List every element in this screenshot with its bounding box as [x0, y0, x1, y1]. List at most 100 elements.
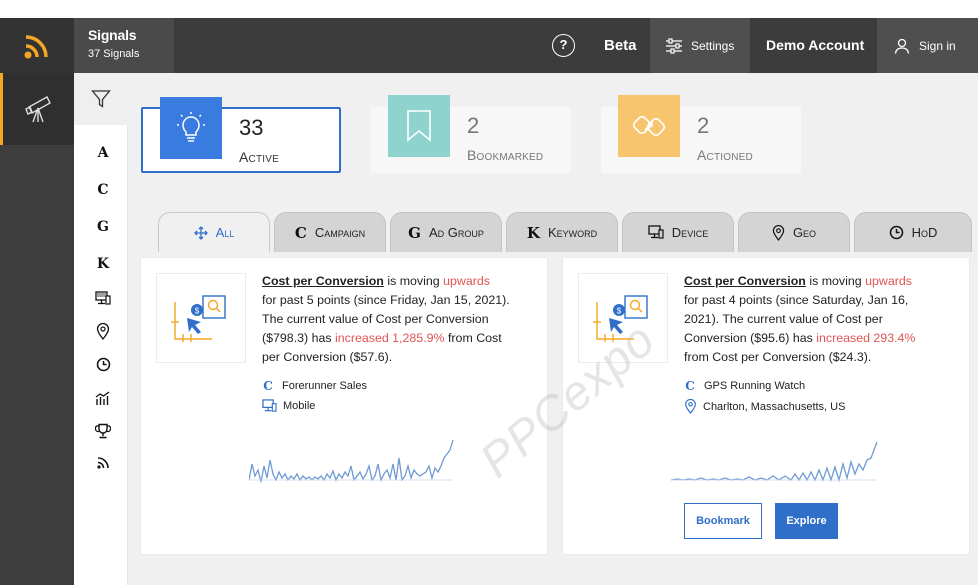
stat-actioned-value: 2 — [697, 113, 710, 138]
app-title: Signals — [88, 27, 137, 43]
tab-campaign-label: Campaign — [314, 225, 366, 240]
sparkline-line — [249, 439, 454, 483]
actioned-icon — [632, 115, 666, 137]
location-pin-icon — [96, 323, 110, 340]
user-icon — [894, 38, 910, 54]
sparkline-chart — [249, 439, 454, 483]
stat-bookmarked-value: 2 — [467, 113, 480, 138]
sparkline-chart — [671, 441, 878, 483]
signin-button[interactable]: Sign in — [877, 18, 978, 73]
nav-item-telescope[interactable] — [0, 73, 74, 145]
sliders-icon — [666, 37, 682, 54]
filter-campaign[interactable]: C — [94, 182, 112, 198]
filter-button[interactable] — [74, 73, 128, 125]
filter-ad-group[interactable]: G — [94, 219, 112, 235]
rss-icon — [96, 457, 109, 469]
account-name[interactable]: Demo Account — [766, 37, 864, 53]
settings-button[interactable]: Settings — [650, 18, 750, 73]
telescope-icon — [24, 96, 51, 123]
clock-icon — [889, 225, 903, 240]
tab-device-label: Device — [671, 225, 709, 240]
signal-card-2: $ Cost per Conversion is moving upwards … — [563, 258, 969, 554]
filter-hod[interactable] — [94, 357, 112, 372]
actioned-tile — [618, 95, 680, 157]
svg-text:$: $ — [617, 307, 622, 316]
filter-device[interactable] — [94, 291, 112, 306]
filter-keyword[interactable]: K — [94, 256, 112, 272]
bookmark-button[interactable]: Bookmark — [684, 503, 762, 539]
device-meta: Mobile — [262, 399, 315, 413]
filter-trophy[interactable] — [94, 423, 112, 439]
tab-campaign[interactable]: C Campaign — [274, 212, 386, 252]
top-strip — [0, 0, 978, 18]
campaign-name[interactable]: GPS Running Watch — [704, 380, 805, 392]
clock-icon — [96, 357, 110, 372]
lightbulb-tile — [160, 97, 222, 159]
signal-description: Cost per Conversion is moving upwards fo… — [684, 274, 916, 364]
explore-button[interactable]: Explore — [775, 503, 838, 539]
stat-active[interactable]: 33 Active — [141, 97, 341, 173]
main-content: 33 Active 2 Bookmarked 2 Actioned All C … — [128, 73, 978, 585]
tab-keyword-code: K — [526, 223, 540, 242]
tab-ad-group-label: Ad Group — [428, 225, 484, 240]
device-icon — [648, 225, 664, 239]
signal-description: Cost per Conversion is moving upwards fo… — [262, 274, 510, 364]
tab-all[interactable]: All — [158, 212, 270, 252]
location-pin-icon — [772, 224, 785, 241]
tab-geo-label: Geo — [792, 225, 817, 240]
device-icon — [95, 291, 111, 305]
campaign-name[interactable]: Forerunner Sales — [282, 380, 367, 392]
metric-link[interactable]: Cost per Conversion — [262, 274, 384, 288]
tab-hod[interactable]: HoD — [854, 212, 972, 252]
stat-active-label: Active — [239, 149, 279, 165]
rss-icon — [24, 34, 48, 58]
lightbulb-icon — [177, 112, 205, 142]
tab-geo[interactable]: Geo — [738, 212, 850, 252]
filter-geo[interactable] — [94, 323, 112, 340]
geo-meta: Charlton, Massachusetts, US — [684, 399, 845, 414]
tab-device[interactable]: Device — [622, 212, 734, 252]
move-arrows-icon — [193, 225, 208, 240]
device-name: Mobile — [283, 400, 316, 412]
change-text: increased 1,285.9% — [335, 331, 445, 345]
tab-all-label: All — [215, 225, 235, 240]
trophy-icon — [95, 423, 111, 439]
svg-text:$: $ — [195, 307, 200, 316]
filter-all[interactable]: A — [94, 145, 112, 161]
sparkline-line — [671, 441, 878, 483]
signin-label: Sign in — [919, 38, 956, 53]
cursor-chart-icon: $ — [171, 295, 226, 342]
direction-text: upwards — [443, 274, 490, 288]
tab-keyword-label: Keyword — [547, 225, 598, 240]
signal-illustration: $ — [578, 273, 668, 363]
bar-trend-icon — [95, 391, 110, 405]
logo[interactable] — [0, 18, 74, 73]
signal-illustration: $ — [156, 273, 246, 363]
bookmark-icon — [407, 110, 431, 142]
signal-count: 37 Signals — [88, 48, 140, 60]
bookmark-tile — [388, 95, 450, 157]
filter-signals[interactable] — [94, 456, 112, 469]
help-icon[interactable]: ? — [552, 34, 575, 57]
tab-keyword[interactable]: K Keyword — [506, 212, 618, 252]
filter-trend[interactable] — [94, 391, 112, 406]
metric-link[interactable]: Cost per Conversion — [684, 274, 806, 288]
stat-bookmarked[interactable]: 2 Bookmarked — [371, 95, 571, 173]
stat-bookmarked-label: Bookmarked — [467, 147, 544, 163]
app-header: Signals 37 Signals ? Beta Settings Demo … — [0, 18, 978, 73]
tab-ad-group[interactable]: G Ad Group — [390, 212, 502, 252]
location-pin-icon — [685, 399, 696, 414]
geo-name: Charlton, Massachusetts, US — [703, 400, 846, 413]
tab-hod-label: HoD — [911, 225, 938, 240]
beta-label: Beta — [604, 37, 637, 54]
dimension-tabs: All C Campaign G Ad Group K Keyword Devi… — [156, 212, 978, 252]
direction-text: upwards — [865, 274, 912, 288]
stat-actioned-label: Actioned — [697, 147, 753, 163]
stat-active-value: 33 — [239, 115, 264, 140]
left-nav — [0, 73, 74, 585]
device-icon — [262, 399, 277, 412]
campaign-meta: C GPS Running Watch — [684, 379, 805, 393]
filter-icon — [91, 90, 111, 108]
stat-actioned[interactable]: 2 Actioned — [601, 95, 801, 173]
change-text: increased 293.4% — [816, 331, 916, 345]
